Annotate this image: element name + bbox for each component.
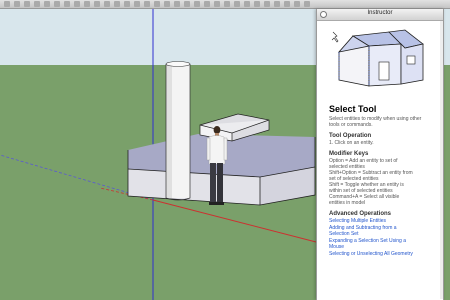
window-title: Instructor [367,10,393,16]
toolbar-tool-icon[interactable] [64,1,70,7]
toolbar-tool-icon[interactable] [84,1,90,7]
toolbar-tool-icon[interactable] [114,1,120,7]
advanced-operations-heading: Advanced Operations [329,211,392,217]
toolbar-tool-icon[interactable] [304,1,310,7]
toolbar-tool-icon[interactable] [264,1,270,7]
person-leg [210,163,216,203]
tool-description: Select entities to modify when using oth… [329,116,422,128]
modifier-line: entities in model [329,200,366,206]
toolbar-tool-icon[interactable] [184,1,190,7]
operation-step: 1. Click on an entity. [329,140,374,146]
toolbar-tool-icon[interactable] [94,1,100,7]
toolbar-tool-icon[interactable] [54,1,60,7]
instructor-titlebar[interactable]: Instructor [317,9,443,21]
cylinder-top [165,61,191,67]
toolbar-tool-icon[interactable] [224,1,230,7]
person-leg [217,163,223,203]
scrollbar[interactable] [440,21,443,299]
toolbar-tool-icon[interactable] [164,1,170,7]
toolbar-tool-icon[interactable] [24,1,30,7]
instructor-panel: Instructor Select Tool Select entities t… [316,9,444,300]
toolbar-tool-icon[interactable] [104,1,110,7]
toolbar-tool-icon[interactable] [214,1,220,7]
toolbar-tool-icon[interactable] [234,1,240,7]
toolbar-tool-icon[interactable] [174,1,180,7]
instructor-content: Select Tool Select entities to modify wh… [329,22,439,257]
toolbar-tool-icon[interactable] [274,1,280,7]
toolbar [0,0,450,9]
person-arm [206,137,211,161]
toolbar-tool-icon[interactable] [74,1,80,7]
person-shoe [209,202,217,205]
toolbar-tool-icon[interactable] [34,1,40,7]
house-illustration [331,29,424,87]
person-arm [223,137,228,161]
link-select-all-geometry[interactable]: Selecting or Unselecting All Geometry [329,251,439,258]
toolbar-tool-icon[interactable] [284,1,290,7]
modifier-keys-heading: Modifier Keys [329,151,369,157]
toolbar-tool-icon[interactable] [144,1,150,7]
toolbar-tool-icon[interactable] [254,1,260,7]
tool-operation-heading: Tool Operation [329,133,372,139]
toolbar-tool-icon[interactable] [204,1,210,7]
tool-title: Select Tool [329,104,377,114]
toolbar-tool-icon[interactable] [44,1,50,7]
toolbar-tool-icon[interactable] [244,1,250,7]
toolbar-tool-icon[interactable] [4,1,10,7]
toolbar-tool-icon[interactable] [14,1,20,7]
cursor-arrow-icon [331,31,339,43]
cylinder-shade [166,64,172,198]
toolbar-tool-icon[interactable] [194,1,200,7]
person-shoe [216,202,224,205]
toolbar-tool-icon[interactable] [154,1,160,7]
person-head [213,126,221,134]
toolbar-tool-icon[interactable] [294,1,300,7]
person-shirt [208,135,226,165]
toolbar-tool-icon[interactable] [134,1,140,7]
toolbar-tool-icon[interactable] [124,1,130,7]
